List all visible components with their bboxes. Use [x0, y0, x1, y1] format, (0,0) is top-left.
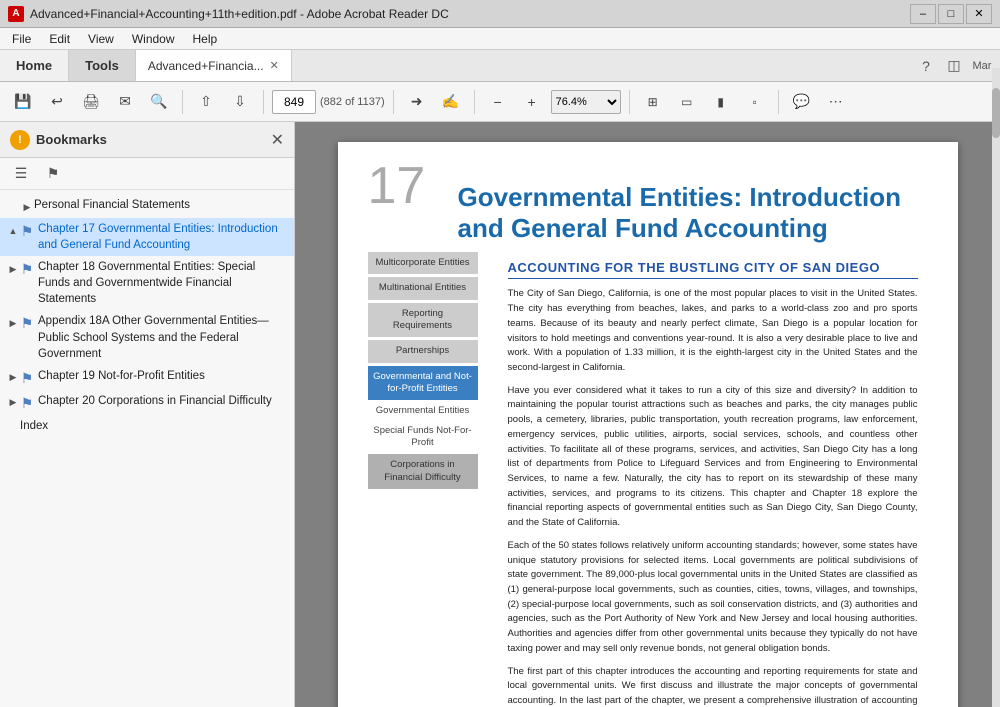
tab-bar: Home Tools Advanced+Financia... ✕ ? ◫ Ma…: [0, 50, 1000, 82]
menu-file[interactable]: File: [4, 30, 39, 48]
window-controls: – □ ✕: [910, 4, 992, 24]
prev-page-button[interactable]: ⇧: [191, 87, 221, 117]
paragraph-4: The first part of this chapter introduce…: [508, 665, 918, 707]
bookmarks-panel: ! Bookmarks ✕ ☰ ⚑ ▶ Personal Financial S…: [0, 122, 295, 707]
chapter-nav-sidebar: Multicorporate Entities Multinational En…: [368, 252, 478, 489]
bookmark-item-index[interactable]: Index: [0, 415, 294, 437]
hand-tool[interactable]: ✍: [436, 87, 466, 117]
menu-edit[interactable]: Edit: [41, 30, 78, 48]
expand-ch19-icon[interactable]: ▶: [6, 370, 20, 386]
tab-bar-right: ? ◫ Mar: [908, 50, 1000, 81]
pdf-viewer: 17 Governmental Entities: Introduction a…: [295, 122, 1000, 707]
paragraph-2: Have you ever considered what it takes t…: [508, 384, 918, 531]
window-title: Advanced+Financial+Accounting+11th+editi…: [30, 7, 449, 21]
paragraph-3: Each of the 50 states follows relatively…: [508, 539, 918, 657]
toolbar: 💾 ↩ 🖨 ✉ 🔍 ⇧ ⇩ (882 of 1137) ➜ ✍ − + 76.4…: [0, 82, 1000, 122]
fit-height-button[interactable]: ▮: [706, 87, 736, 117]
separator-2: [263, 90, 264, 114]
bookmarks-title: Bookmarks: [36, 132, 107, 147]
signin-icon[interactable]: ◫: [944, 56, 964, 76]
main-area: ! Bookmarks ✕ ☰ ⚑ ▶ Personal Financial S…: [0, 122, 1000, 707]
nav-partnerships[interactable]: Partnerships: [368, 340, 478, 362]
print-button[interactable]: 🖨: [76, 87, 106, 117]
bookmark-item-ch18[interactable]: ▶ ⚑ Chapter 18 Governmental Entities: Sp…: [0, 256, 294, 310]
more-tools-button[interactable]: ⋯: [821, 87, 851, 117]
chapter-title: Governmental Entities: Introduction and …: [458, 182, 918, 244]
tab-document[interactable]: Advanced+Financia... ✕: [136, 50, 292, 81]
maximize-button[interactable]: □: [938, 4, 964, 24]
next-page-button[interactable]: ⇩: [225, 87, 255, 117]
nav-corporations[interactable]: Corporations in Financial Difficulty: [368, 454, 478, 489]
nav-multicorporate[interactable]: Multicorporate Entities: [368, 252, 478, 274]
bookmark-add-btn[interactable]: ⚑: [40, 161, 66, 187]
bookmarks-list: ▶ Personal Financial Statements ▲ ⚑ Chap…: [0, 190, 294, 707]
separator-6: [778, 90, 779, 114]
expand-ch17-icon[interactable]: ▲: [6, 223, 20, 239]
bookmark-list-btn[interactable]: ☰: [8, 161, 34, 187]
minimize-button[interactable]: –: [910, 4, 936, 24]
paragraph-1: The City of San Diego, California, is on…: [508, 287, 918, 375]
menu-view[interactable]: View: [80, 30, 122, 48]
zoom-in-button[interactable]: +: [517, 87, 547, 117]
separator-1: [182, 90, 183, 114]
expand-ch20-icon[interactable]: ▶: [6, 395, 20, 411]
menu-bar: File Edit View Window Help: [0, 28, 1000, 50]
comment-button[interactable]: 💬: [787, 87, 817, 117]
more-icon[interactable]: Mar: [972, 56, 992, 76]
tab-tools[interactable]: Tools: [69, 50, 136, 81]
nav-special-funds[interactable]: Special Funds Not-For-Profit: [368, 423, 478, 452]
undo-button[interactable]: ↩: [42, 87, 72, 117]
close-button[interactable]: ✕: [966, 4, 992, 24]
nav-governmental[interactable]: Governmental and Not-for-Profit Entities: [368, 366, 478, 401]
nav-multinational[interactable]: Multinational Entities: [368, 277, 478, 299]
nav-reporting[interactable]: Reporting Requirements: [368, 303, 478, 338]
zoom-out-button[interactable]: −: [483, 87, 513, 117]
expand-app18a-icon[interactable]: ▶: [6, 315, 20, 331]
bookmark-item-ch20[interactable]: ▶ ⚑ Chapter 20 Corporations in Financial…: [0, 390, 294, 415]
fit-page-button[interactable]: ⊞: [638, 87, 668, 117]
separator-3: [393, 90, 394, 114]
separator-5: [629, 90, 630, 114]
tab-document-label: Advanced+Financia...: [148, 59, 264, 73]
cursor-tool[interactable]: ➜: [402, 87, 432, 117]
warning-icon: !: [10, 130, 30, 150]
expand-personal-icon[interactable]: ▶: [20, 199, 34, 215]
tab-home[interactable]: Home: [0, 50, 69, 81]
tools-more-button[interactable]: ▫: [740, 87, 770, 117]
section-header: ACCOUNTING FOR THE BUSTLING CITY OF SAN …: [508, 260, 918, 279]
ribbon-icon-ch17: ⚑: [21, 223, 34, 240]
bookmark-item-app18a[interactable]: ▶ ⚑ Appendix 18A Other Governmental Enti…: [0, 310, 294, 364]
ribbon-icon-ch18: ⚑: [21, 261, 34, 278]
title-bar-left: A Advanced+Financial+Accounting+11th+edi…: [8, 6, 449, 22]
bookmark-item-personal[interactable]: ▶ Personal Financial Statements: [0, 194, 294, 218]
tab-close-button[interactable]: ✕: [270, 59, 279, 72]
save-button[interactable]: 💾: [8, 87, 38, 117]
nav-governmental-entities[interactable]: Governmental Entities: [368, 403, 478, 419]
expand-ch18-icon[interactable]: ▶: [6, 261, 20, 277]
fit-width-button[interactable]: ▭: [672, 87, 702, 117]
menu-window[interactable]: Window: [124, 30, 183, 48]
page-number-input[interactable]: [272, 90, 316, 114]
help-icon[interactable]: ?: [916, 56, 936, 76]
search-button[interactable]: 🔍: [144, 87, 174, 117]
pdf-content: ACCOUNTING FOR THE BUSTLING CITY OF SAN …: [508, 260, 918, 707]
ribbon-icon-ch19: ⚑: [21, 370, 34, 387]
bookmark-item-ch17[interactable]: ▲ ⚑ Chapter 17 Governmental Entities: In…: [0, 218, 294, 256]
ribbon-icon-ch20: ⚑: [21, 395, 34, 412]
sidebar-close-button[interactable]: ✕: [271, 130, 284, 150]
zoom-select[interactable]: 76.4% 50% 75% 100% 125% 150%: [551, 90, 621, 114]
bookmark-item-ch19[interactable]: ▶ ⚑ Chapter 19 Not-for-Profit Entities: [0, 365, 294, 390]
bookmarks-header: ! Bookmarks ✕: [0, 122, 294, 158]
title-bar: A Advanced+Financial+Accounting+11th+edi…: [0, 0, 1000, 28]
ribbon-icon-app18a: ⚑: [21, 315, 34, 332]
app-icon: A: [8, 6, 24, 22]
email-button[interactable]: ✉: [110, 87, 140, 117]
pdf-page: 17 Governmental Entities: Introduction a…: [338, 142, 958, 707]
page-info-label: (882 of 1137): [320, 96, 385, 108]
menu-help[interactable]: Help: [185, 30, 226, 48]
chapter-number: 17: [368, 160, 426, 212]
sidebar-toolbar: ☰ ⚑: [0, 158, 294, 190]
separator-4: [474, 90, 475, 114]
